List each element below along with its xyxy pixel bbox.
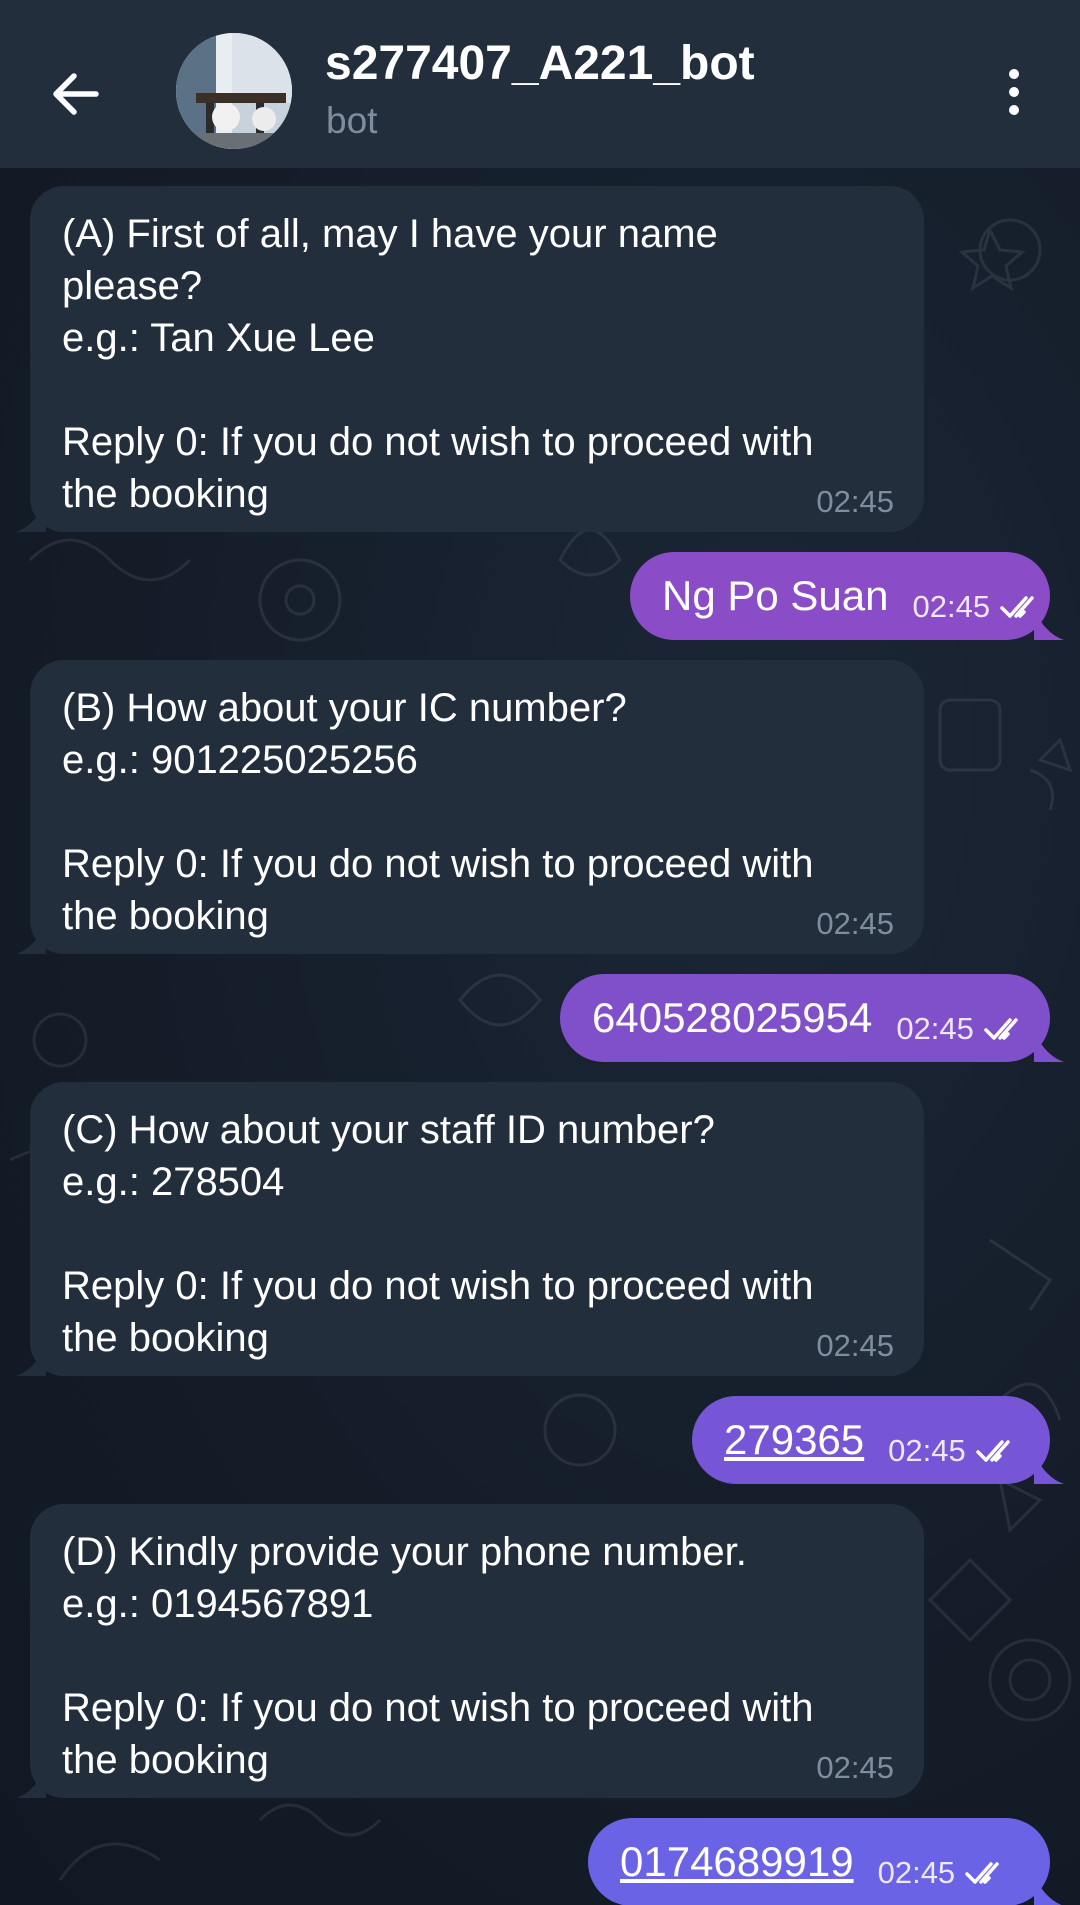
back-button[interactable] (36, 54, 116, 134)
bubble-tail (16, 502, 46, 532)
message-text: (A) First of all, may I have your name p… (62, 212, 814, 516)
chat-screen: s277407_A221_bot bot (A) First of all, m… (0, 0, 1080, 1905)
message-time: 02:45 (877, 1855, 956, 1890)
outgoing-message[interactable]: 0174689919 02:45 (588, 1818, 1062, 1905)
outgoing-message[interactable]: 279365 02:45 (692, 1396, 1064, 1484)
double-check-icon (975, 1440, 1010, 1462)
bubble-tail (1034, 1454, 1064, 1484)
incoming-message[interactable]: (D) Kindly provide your phone number. e.… (16, 1504, 924, 1798)
outgoing-message[interactable]: 640528025954 02:45 (560, 974, 1064, 1062)
incoming-message[interactable]: (A) First of all, may I have your name p… (16, 186, 924, 532)
message-time: 02:45 (816, 906, 894, 941)
chat-header: s277407_A221_bot bot (0, 0, 1080, 168)
message-time: 02:45 (888, 1433, 966, 1468)
more-vertical-icon (1009, 69, 1019, 115)
bubble-tail (16, 924, 46, 954)
message-text: Ng Po Suan (662, 572, 889, 619)
bubble-tail (1034, 1876, 1062, 1905)
message-text: (D) Kindly provide your phone number. e.… (62, 1530, 814, 1782)
chat-subtitle: bot (326, 100, 378, 141)
bubble-tail (16, 1346, 46, 1376)
bubble-tail (1034, 610, 1064, 640)
message-time: 02:45 (896, 1011, 974, 1046)
message-meta: 02:45 (896, 1011, 1030, 1047)
message-text: (C) How about your staff ID number? e.g.… (62, 1108, 814, 1360)
menu-button[interactable] (990, 60, 1038, 124)
avatar[interactable] (176, 33, 292, 149)
message-meta: 02:45 (878, 1855, 1012, 1891)
message-time: 02:45 (912, 589, 991, 624)
incoming-message[interactable]: (B) How about your IC number? e.g.: 9012… (16, 660, 924, 954)
incoming-message[interactable]: (C) How about your staff ID number? e.g.… (16, 1082, 924, 1376)
message-time: 02:45 (816, 1750, 894, 1785)
message-text: (B) How about your IC number? e.g.: 9012… (62, 686, 814, 938)
message-link-text[interactable]: 279365 (724, 1416, 864, 1464)
message-time: 02:45 (816, 1328, 894, 1363)
double-check-icon (984, 1018, 1018, 1040)
arrow-left-icon (53, 73, 99, 115)
double-check-icon (965, 1862, 999, 1884)
bubble-tail (1034, 1032, 1064, 1062)
message-meta: 02:45 (888, 1433, 1022, 1469)
message-text: 640528025954 (592, 994, 873, 1041)
message-meta: 02:45 (913, 589, 1047, 625)
bubble-tail (16, 1768, 46, 1798)
outgoing-message[interactable]: Ng Po Suan 02:45 (630, 552, 1064, 640)
message-link-text[interactable]: 0174689919 (620, 1838, 854, 1886)
avatar-image (176, 33, 292, 149)
chat-title[interactable]: s277407_A221_bot (325, 36, 755, 91)
message-time: 02:45 (816, 484, 894, 519)
